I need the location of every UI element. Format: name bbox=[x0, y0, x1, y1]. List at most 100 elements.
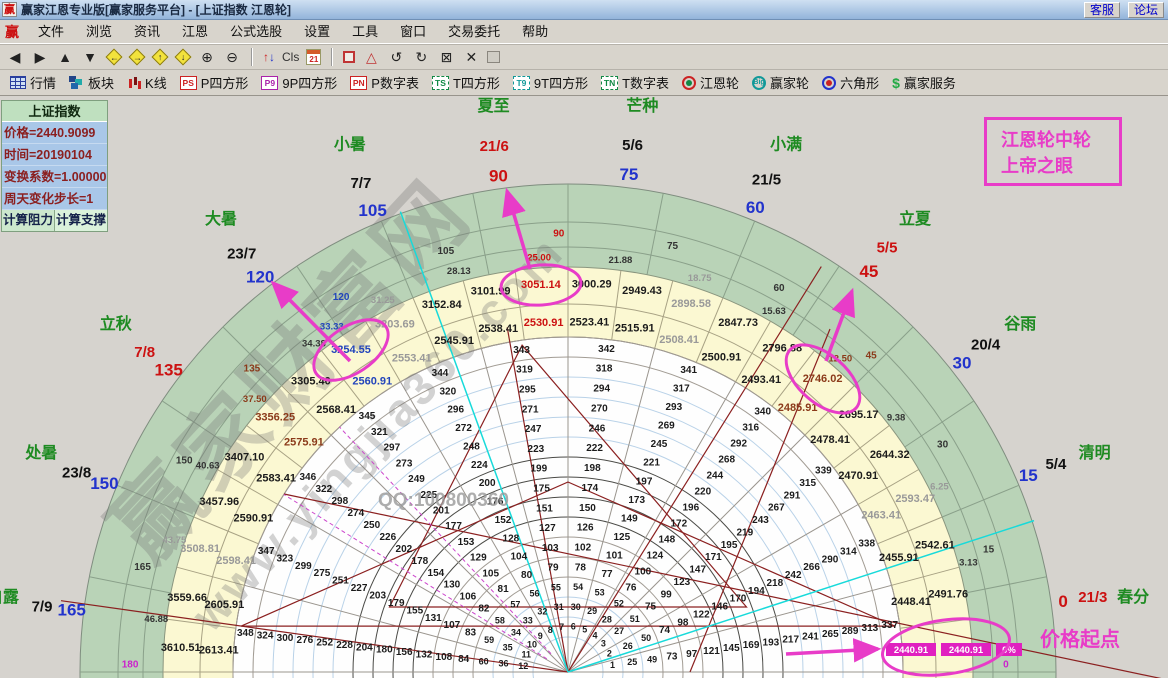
svg-text:28: 28 bbox=[602, 614, 612, 624]
shape-square-icon[interactable] bbox=[343, 51, 355, 63]
svg-text:269: 269 bbox=[658, 421, 675, 432]
ribbon-item-9T四方形[interactable]: T99T四方形 bbox=[509, 73, 592, 92]
ribbon-item-K线[interactable]: K线 bbox=[123, 73, 171, 92]
cls-icon[interactable]: Cls bbox=[282, 50, 299, 64]
svg-text:3610.51: 3610.51 bbox=[161, 642, 201, 654]
nav-up-icon[interactable]: ▲ bbox=[56, 49, 74, 65]
nav-back-icon[interactable]: ◀ bbox=[6, 49, 24, 66]
svg-text:60: 60 bbox=[479, 656, 489, 666]
svg-text:202: 202 bbox=[396, 544, 413, 555]
svg-text:274: 274 bbox=[347, 508, 364, 519]
svg-text:51: 51 bbox=[630, 614, 640, 624]
ribbon-item-P数字表[interactable]: PNP数字表 bbox=[346, 73, 423, 92]
ribbon-item-六角形[interactable]: 六角形 bbox=[818, 73, 883, 92]
menu-item-设置[interactable]: 设置 bbox=[293, 20, 341, 43]
svg-text:319: 319 bbox=[516, 365, 533, 376]
panel-row-3: 周天变化步长=1 bbox=[2, 188, 107, 210]
diamond-up-icon[interactable]: ↑ bbox=[152, 49, 169, 66]
forum-button[interactable]: 论坛 bbox=[1128, 2, 1164, 18]
gann-wheel-chart-area[interactable]: 赢家财富网www.yingjia360.com12345678910111225… bbox=[0, 96, 1168, 678]
svg-text:2515.91: 2515.91 bbox=[615, 322, 655, 334]
ribbon-item-T数字表[interactable]: TNT数字表 bbox=[597, 73, 673, 92]
zoom-in-icon[interactable]: ⊕ bbox=[198, 49, 216, 66]
menu-item-公式选股[interactable]: 公式选股 bbox=[219, 20, 293, 43]
calc-resistance-button[interactable]: 计算阻力 bbox=[2, 210, 55, 231]
ribbon-item-赢家轮[interactable]: Big赢家轮 bbox=[748, 73, 813, 92]
svg-text:129: 129 bbox=[470, 553, 487, 564]
svg-text:2847.73: 2847.73 bbox=[718, 317, 758, 329]
zoom-out-icon[interactable]: ⊖ bbox=[223, 49, 241, 66]
menu-logo-icon: 赢 bbox=[0, 22, 27, 42]
ribbon-label: 9P四方形 bbox=[282, 73, 337, 92]
svg-text:大暑: 大暑 bbox=[205, 209, 237, 228]
ribbon-item-9P四方形[interactable]: P99P四方形 bbox=[257, 73, 341, 92]
titlebar-buttons: 客服论坛 bbox=[1084, 2, 1168, 18]
shape-triangle-icon[interactable]: △ bbox=[362, 49, 380, 66]
svg-text:7/8: 7/8 bbox=[134, 344, 155, 361]
calc-support-button[interactable]: 计算支撑 bbox=[55, 210, 107, 231]
menu-item-窗口[interactable]: 窗口 bbox=[389, 20, 437, 43]
nav-down-icon[interactable]: ▼ bbox=[81, 49, 99, 65]
cut-cross-icon[interactable]: ✕ bbox=[462, 49, 480, 66]
svg-text:102: 102 bbox=[574, 543, 591, 554]
diamond-right-icon[interactable]: → bbox=[129, 49, 146, 66]
clear-box-icon[interactable] bbox=[487, 51, 500, 63]
menu-item-资讯[interactable]: 资讯 bbox=[123, 20, 171, 43]
nav-forward-icon[interactable]: ▶ bbox=[31, 49, 49, 66]
ribbon-item-江恩轮[interactable]: 江恩轮 bbox=[678, 73, 743, 92]
menu-item-帮助[interactable]: 帮助 bbox=[511, 20, 559, 43]
svg-text:197: 197 bbox=[636, 476, 653, 487]
svg-text:30: 30 bbox=[937, 440, 949, 451]
svg-text:5/4: 5/4 bbox=[1045, 456, 1067, 473]
svg-text:297: 297 bbox=[383, 443, 400, 454]
ribbon-item-P四方形[interactable]: PSP四方形 bbox=[176, 73, 253, 92]
svg-text:2478.41: 2478.41 bbox=[810, 434, 850, 446]
svg-text:53: 53 bbox=[595, 587, 605, 597]
svg-text:106: 106 bbox=[460, 592, 477, 603]
menu-item-浏览[interactable]: 浏览 bbox=[75, 20, 123, 43]
scale-updown-icon[interactable]: ↑↓ bbox=[263, 48, 275, 66]
svg-text:132: 132 bbox=[416, 649, 433, 660]
svg-text:2590.91: 2590.91 bbox=[234, 513, 274, 525]
svg-text:2605.91: 2605.91 bbox=[205, 599, 245, 611]
menu-item-文件[interactable]: 文件 bbox=[27, 20, 75, 43]
svg-text:120: 120 bbox=[246, 267, 274, 286]
customer-service-button[interactable]: 客服 bbox=[1084, 2, 1120, 18]
svg-text:271: 271 bbox=[522, 404, 539, 415]
svg-text:3305.40: 3305.40 bbox=[291, 375, 331, 387]
calendar-icon[interactable]: 21 bbox=[306, 49, 321, 65]
box-x-icon[interactable]: ⊠ bbox=[437, 49, 455, 66]
svg-text:180: 180 bbox=[122, 660, 139, 671]
ribbon-item-赢家服务[interactable]: $赢家服务 bbox=[888, 73, 960, 92]
svg-text:谷雨: 谷雨 bbox=[1004, 315, 1036, 333]
ribbon-item-板块[interactable]: 板块 bbox=[65, 73, 118, 92]
diamond-left-icon[interactable]: ← bbox=[106, 49, 123, 66]
svg-text:217: 217 bbox=[782, 635, 799, 646]
price-start-label: 价格起点 bbox=[1040, 623, 1120, 652]
menu-item-江恩[interactable]: 江恩 bbox=[171, 20, 219, 43]
svg-text:125: 125 bbox=[613, 532, 630, 543]
panel-row-0: 价格=2440.9099 bbox=[2, 122, 107, 144]
diamond-down-icon[interactable]: ↓ bbox=[175, 49, 192, 66]
svg-text:2440.91: 2440.91 bbox=[894, 645, 929, 656]
rotate-ccw-icon[interactable]: ↺ bbox=[387, 49, 405, 66]
svg-text:247: 247 bbox=[525, 424, 542, 435]
svg-text:2644.32: 2644.32 bbox=[870, 449, 910, 461]
rotate-cw-icon[interactable]: ↻ bbox=[412, 49, 430, 66]
svg-text:193: 193 bbox=[763, 637, 780, 648]
svg-text:153: 153 bbox=[458, 537, 475, 548]
svg-text:2545.91: 2545.91 bbox=[434, 335, 474, 347]
svg-text:春分: 春分 bbox=[1116, 587, 1149, 606]
menu-item-交易委托[interactable]: 交易委托 bbox=[437, 20, 511, 43]
ribbon-item-T四方形[interactable]: TST四方形 bbox=[428, 73, 504, 92]
svg-text:151: 151 bbox=[536, 503, 553, 514]
target-blue-icon bbox=[822, 76, 836, 90]
svg-text:58: 58 bbox=[495, 615, 505, 625]
menu-item-工具[interactable]: 工具 bbox=[341, 20, 389, 43]
svg-text:241: 241 bbox=[802, 632, 819, 643]
svg-text:156: 156 bbox=[396, 647, 413, 658]
ribbon-item-行情[interactable]: 行情 bbox=[6, 73, 60, 92]
svg-text:272: 272 bbox=[455, 423, 472, 434]
toolbar-separator bbox=[251, 48, 253, 66]
svg-text:104: 104 bbox=[510, 552, 527, 563]
